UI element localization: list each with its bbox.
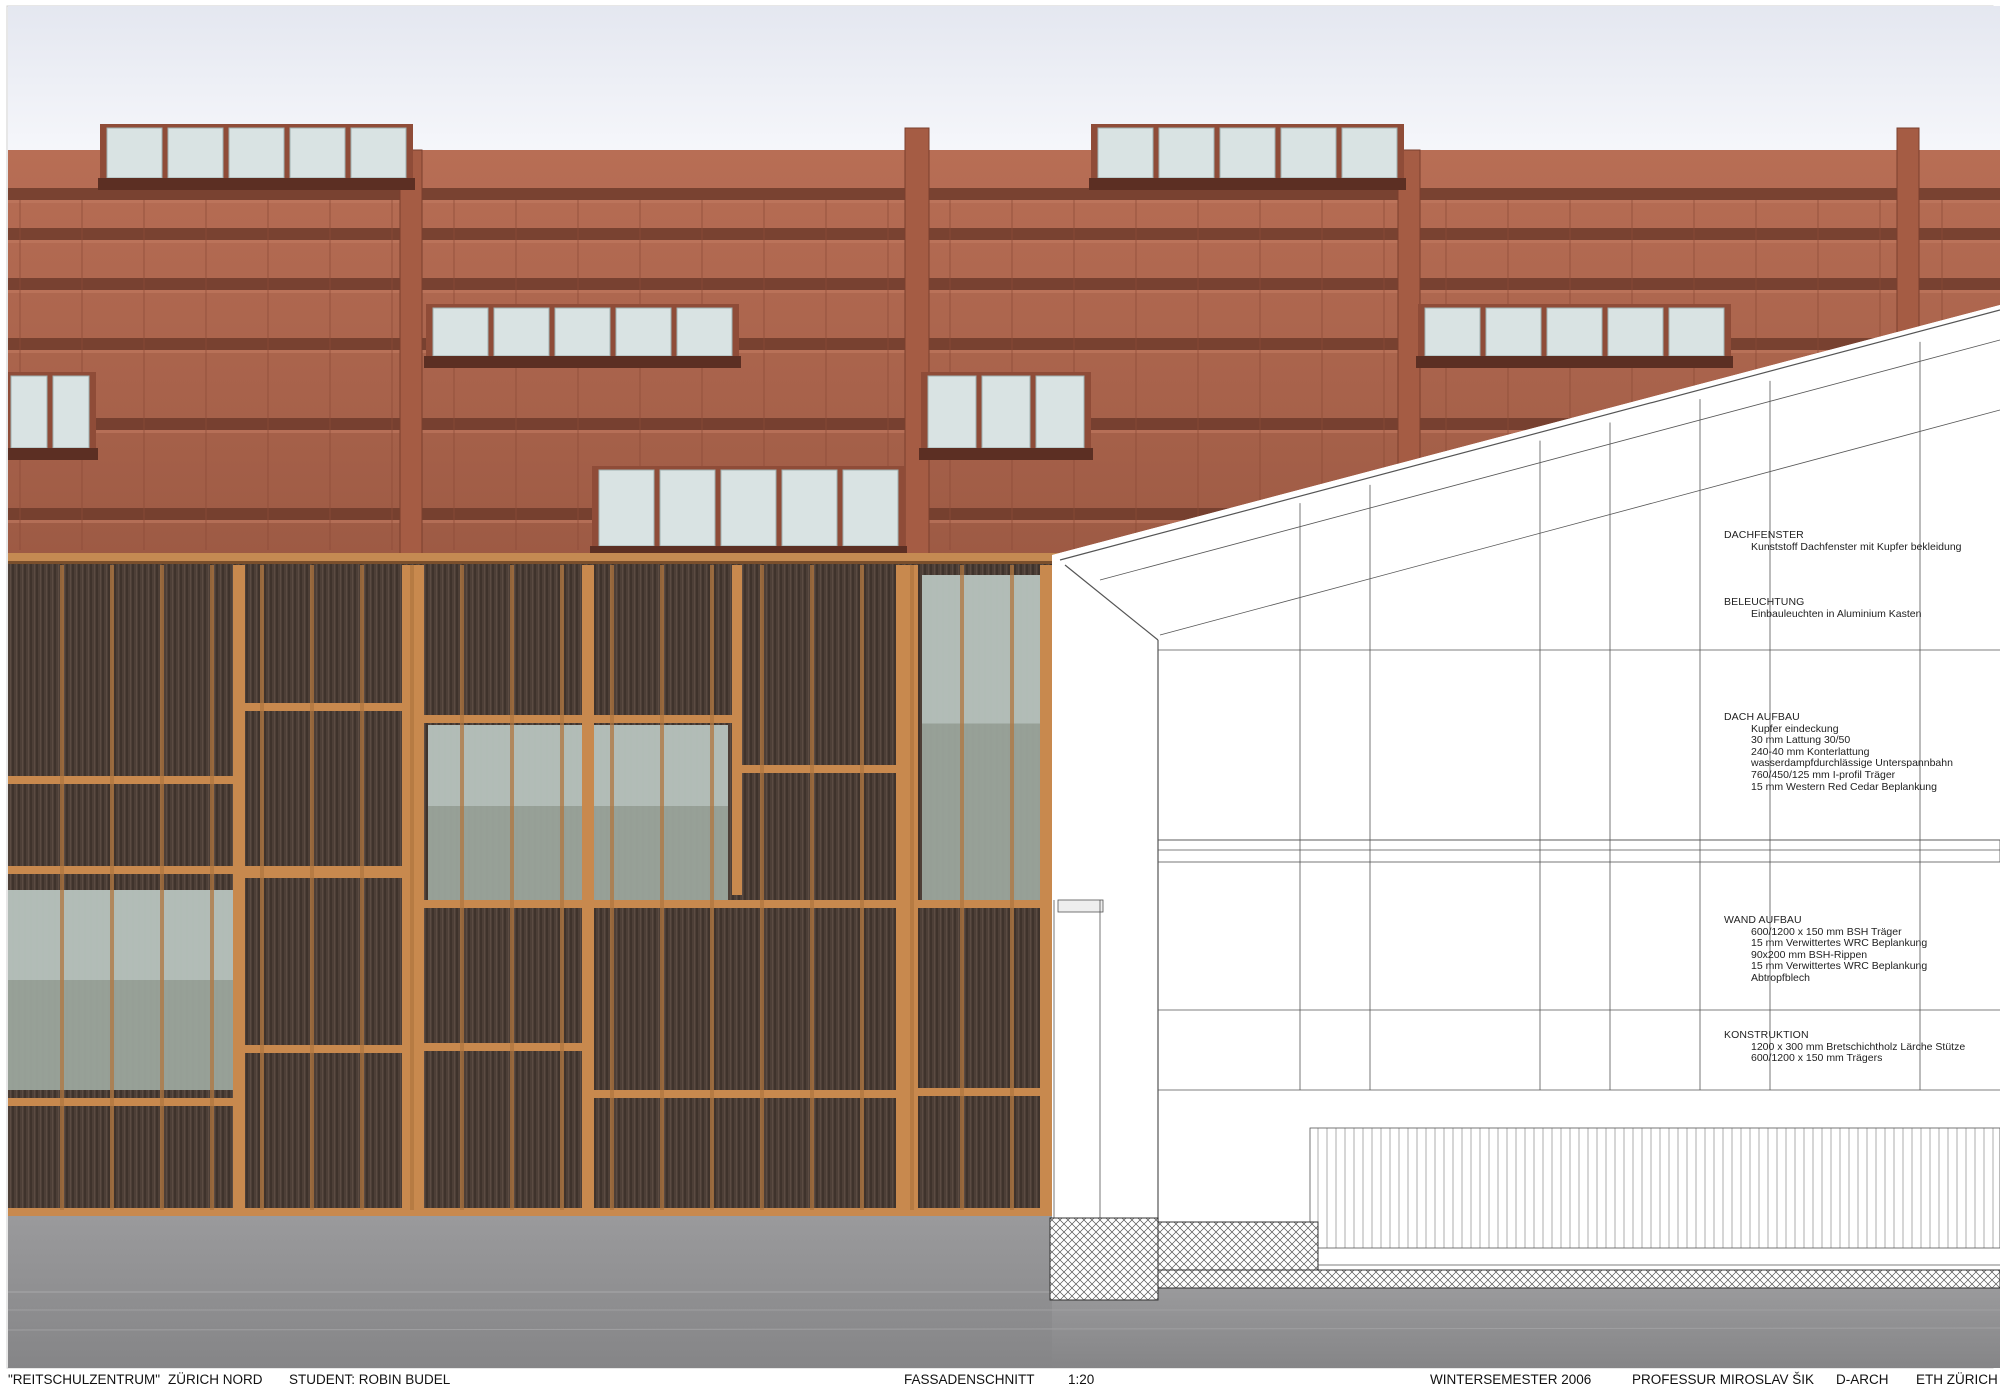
note-line: 600/1200 x 150 mm Trägers — [1751, 1052, 1883, 1065]
project-location: ZÜRICH NORD — [168, 1372, 263, 1387]
facade-section-drawing — [6, 5, 2000, 1369]
note-heading: DACHFENSTER — [1724, 529, 1804, 541]
note-dach-aufbau: DACH AUFBAU Kupfer eindeckung 30 mm Latt… — [1724, 711, 1953, 793]
note-line: 760/450/125 mm I-profil Träger — [1751, 768, 1896, 781]
note-heading: WAND AUFBAU — [1724, 914, 1802, 926]
note-heading: BELEUCHTUNG — [1724, 596, 1805, 608]
note-heading: KONSTRUKTION — [1724, 1029, 1809, 1041]
title-block: "REITSCHULZENTRUM" ZÜRICH NORD STUDENT: … — [0, 1368, 2000, 1390]
semester: WINTERSEMESTER 2006 — [1430, 1372, 1592, 1387]
eaves-beam — [8, 553, 1068, 561]
school: ETH ZÜRICH — [1916, 1372, 1998, 1387]
note-line: Einbauleuchten in Aluminium Kasten — [1751, 607, 1922, 620]
professor: PROFESSUR MIROSLAV ŠIK — [1632, 1372, 1815, 1387]
note-wand-aufbau: WAND AUFBAU 600/1200 x 150 mm BSH Träger… — [1724, 914, 1927, 985]
note-dachfenster: DACHFENSTER Kunststoff Dachfenster mit K… — [1724, 529, 1962, 553]
project-name: "REITSCHULZENTRUM" — [8, 1372, 161, 1387]
note-line: 15 mm Western Red Cedar Beplankung — [1751, 780, 1937, 793]
note-line: Kunststoff Dachfenster mit Kupfer beklei… — [1751, 540, 1962, 553]
drawing-title: FASSADENSCHNITT — [904, 1372, 1035, 1387]
drawing-scale: 1:20 — [1068, 1372, 1095, 1387]
foundation-hatch — [1049, 1217, 1159, 1301]
department: D-ARCH — [1836, 1372, 1889, 1387]
note-heading: DACH AUFBAU — [1724, 711, 1800, 723]
note-beleuchtung: BELEUCHTUNG Einbauleuchten in Aluminium … — [1724, 596, 1922, 620]
note-line: Abtropfblech — [1751, 971, 1810, 984]
note-konstruktion: KONSTRUKTION 1200 x 300 mm Bretschichtho… — [1724, 1029, 1965, 1065]
student-name: STUDENT: ROBIN BUDEL — [289, 1372, 451, 1387]
